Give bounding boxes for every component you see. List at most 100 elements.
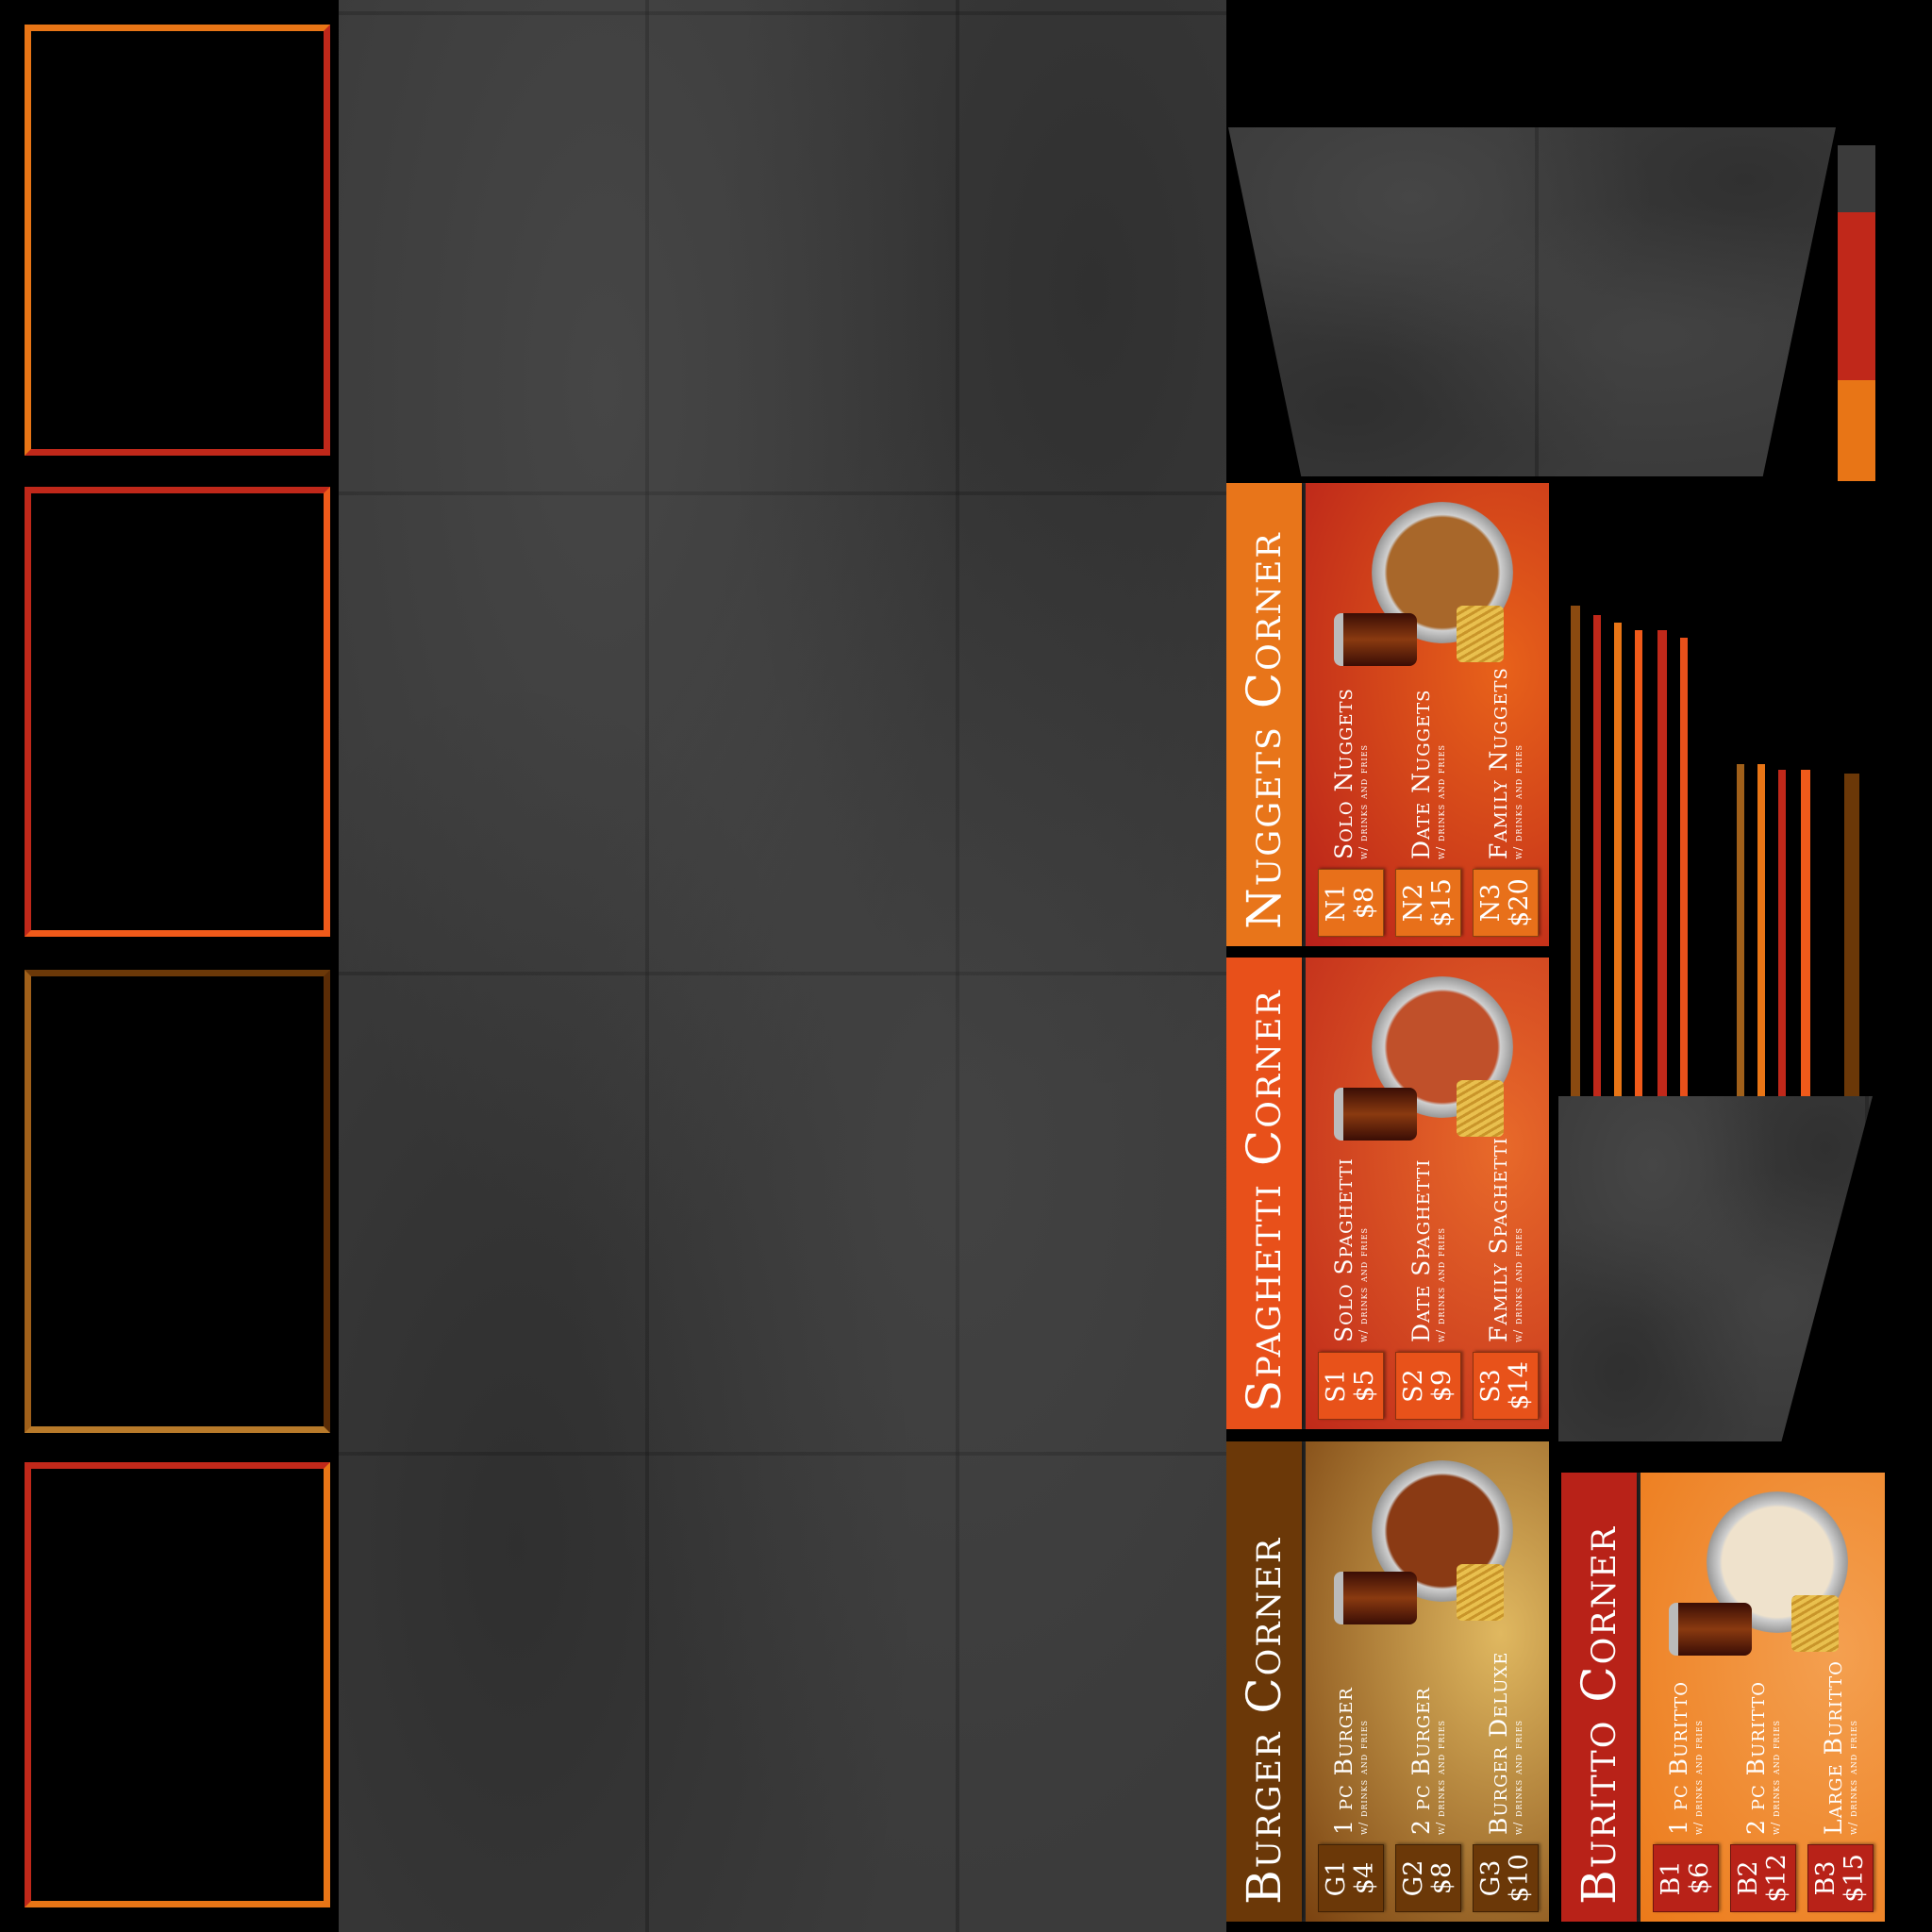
price-box: N2 $15 bbox=[1395, 869, 1461, 937]
item-code: N1 bbox=[1322, 883, 1351, 923]
item-name: Solo Spaghetti bbox=[1330, 1158, 1357, 1342]
item-price: $14 bbox=[1505, 1361, 1534, 1410]
item-subtitle: w/ drinks and fries bbox=[1691, 1719, 1705, 1835]
item-text: Burger Deluxe w/ drinks and fries bbox=[1485, 1651, 1524, 1835]
menu-item: N1 $8 Solo Nuggets w/ drinks and fries bbox=[1317, 688, 1385, 937]
price-box: S2 $9 bbox=[1395, 1352, 1461, 1420]
item-text: Solo Nuggets w/ drinks and fries bbox=[1330, 688, 1370, 859]
drink-jar-icon bbox=[1334, 1572, 1417, 1624]
screen-frame-2 bbox=[25, 487, 330, 937]
item-text: Solo Spaghetti w/ drinks and fries bbox=[1330, 1158, 1370, 1342]
item-subtitle: w/ drinks and fries bbox=[1357, 743, 1370, 859]
item-price: $5 bbox=[1350, 1369, 1379, 1403]
item-subtitle: w/ drinks and fries bbox=[1511, 1226, 1524, 1342]
drink-jar-icon bbox=[1334, 1088, 1417, 1141]
item-code: S1 bbox=[1322, 1369, 1351, 1403]
menu-panel-buritto: Buritto Corner B1 $6 1 pc Buritto w/ drinks … bbox=[1561, 1473, 1885, 1922]
item-text: Date Nuggets w/ drinks and fries bbox=[1407, 689, 1447, 859]
item-subtitle: w/ drinks and fries bbox=[1434, 1719, 1447, 1835]
fries-icon bbox=[1457, 1080, 1504, 1137]
panel-body: S1 $5 Solo Spaghetti w/ drinks and fries S2 $… bbox=[1306, 958, 1549, 1429]
concrete-wall-texture bbox=[339, 0, 1226, 1932]
menu-item: S2 $9 Date Spaghetti w/ drinks and fries bbox=[1394, 1159, 1462, 1420]
item-code: N3 bbox=[1476, 883, 1506, 923]
item-name: Family Spaghetti bbox=[1485, 1137, 1512, 1342]
panel-face: Buritto Corner B1 $6 1 pc Buritto w/ drinks … bbox=[1561, 1473, 1885, 1922]
price-box: G2 $8 bbox=[1395, 1844, 1461, 1912]
item-subtitle: w/ drinks and fries bbox=[1434, 743, 1447, 859]
menu-item: S3 $14 Family Spaghetti w/ drinks and fries bbox=[1472, 1137, 1540, 1420]
drink-jar-icon bbox=[1334, 613, 1417, 666]
item-code: G3 bbox=[1476, 1859, 1506, 1897]
price-box: N1 $8 bbox=[1318, 869, 1384, 937]
price-box: N3 $20 bbox=[1473, 869, 1539, 937]
price-box: B3 $15 bbox=[1807, 1844, 1874, 1912]
item-name: Date Spaghetti bbox=[1407, 1158, 1435, 1342]
item-price: $4 bbox=[1350, 1861, 1379, 1895]
item-name: Solo Nuggets bbox=[1330, 688, 1357, 859]
item-name: Burger Deluxe bbox=[1485, 1651, 1512, 1835]
screen-frame-1 bbox=[25, 25, 330, 456]
price-box: S1 $5 bbox=[1318, 1352, 1384, 1420]
menu-panel-burger: Burger Corner G1 $4 1 pc Burger w/ drinks an… bbox=[1226, 1441, 1549, 1922]
item-subtitle: w/ drinks and fries bbox=[1357, 1226, 1370, 1342]
item-name: 2 pc Burger bbox=[1407, 1687, 1435, 1835]
price-box: G1 $4 bbox=[1318, 1844, 1384, 1912]
item-price: $9 bbox=[1427, 1369, 1457, 1403]
panel-body: G1 $4 1 pc Burger w/ drinks and fries G2 $8 2 … bbox=[1306, 1441, 1549, 1922]
screen-frame-4 bbox=[25, 1462, 330, 1907]
buritto-icon bbox=[1650, 1482, 1876, 1661]
item-subtitle: w/ drinks and fries bbox=[1511, 743, 1524, 859]
item-name: Date Nuggets bbox=[1407, 689, 1435, 859]
item-code: N2 bbox=[1399, 883, 1428, 923]
item-subtitle: w/ drinks and fries bbox=[1511, 1719, 1524, 1835]
item-name: Large Buritto bbox=[1820, 1660, 1847, 1835]
item-text: 2 pc Burger w/ drinks and fries bbox=[1407, 1687, 1447, 1835]
item-text: Date Spaghetti w/ drinks and fries bbox=[1407, 1158, 1447, 1342]
item-subtitle: w/ drinks and fries bbox=[1769, 1719, 1782, 1835]
fries-icon bbox=[1457, 606, 1504, 662]
item-code: S3 bbox=[1476, 1369, 1506, 1403]
menu-item: B2 $12 2 pc Buritto w/ drinks and fries bbox=[1729, 1681, 1797, 1912]
item-text: Large Buritto w/ drinks and fries bbox=[1820, 1660, 1859, 1835]
concrete-lower-trapezoid bbox=[1558, 1096, 1873, 1441]
menu-panel-spaghetti: Spaghetti Corner S1 $5 Solo Spaghetti w/ dri… bbox=[1226, 958, 1549, 1429]
concrete-top-trapezoid bbox=[1228, 127, 1836, 476]
item-price: $10 bbox=[1505, 1854, 1534, 1903]
item-price: $6 bbox=[1685, 1861, 1714, 1895]
menu-item: B3 $15 Large Buritto w/ drinks and fries bbox=[1807, 1660, 1874, 1912]
price-box: S3 $14 bbox=[1473, 1352, 1539, 1420]
fries-icon bbox=[1791, 1595, 1839, 1652]
item-text: 1 pc Burger w/ drinks and fries bbox=[1330, 1687, 1370, 1835]
menu-item: G2 $8 2 pc Burger w/ drinks and fries bbox=[1394, 1687, 1462, 1912]
panel-body: B1 $6 1 pc Buritto w/ drinks and fries B2 $12… bbox=[1641, 1473, 1885, 1922]
menu-item: N2 $15 Date Nuggets w/ drinks and fries bbox=[1394, 690, 1462, 937]
item-code: B2 bbox=[1734, 1860, 1763, 1896]
item-code: B3 bbox=[1811, 1860, 1840, 1896]
item-name: 2 pc Buritto bbox=[1742, 1681, 1770, 1835]
item-price: $12 bbox=[1762, 1854, 1791, 1903]
item-text: Family Spaghetti w/ drinks and fries bbox=[1485, 1137, 1524, 1342]
item-code: B1 bbox=[1657, 1860, 1686, 1896]
fries-icon bbox=[1457, 1564, 1504, 1621]
item-price: $15 bbox=[1427, 878, 1457, 927]
menu-item: S1 $5 Solo Spaghetti w/ drinks and fries bbox=[1317, 1158, 1385, 1420]
item-price: $15 bbox=[1840, 1854, 1869, 1903]
drink-jar-icon bbox=[1669, 1603, 1752, 1656]
price-box: B2 $12 bbox=[1730, 1844, 1796, 1912]
panel-title: Burger Corner bbox=[1226, 1441, 1302, 1922]
panel-title: Buritto Corner bbox=[1561, 1473, 1637, 1922]
menu-item: G3 $10 Burger Deluxe w/ drinks and fries bbox=[1472, 1652, 1540, 1912]
item-name: 1 pc Buritto bbox=[1665, 1681, 1692, 1835]
item-code: G2 bbox=[1399, 1859, 1428, 1897]
item-subtitle: w/ drinks and fries bbox=[1846, 1719, 1859, 1835]
panel-face: Spaghetti Corner S1 $5 Solo Spaghetti w/ dri… bbox=[1226, 958, 1549, 1429]
price-box: B1 $6 bbox=[1653, 1844, 1719, 1912]
color-stripes bbox=[1565, 594, 1860, 1096]
item-price: $20 bbox=[1505, 878, 1534, 927]
panel-title: Nuggets Corner bbox=[1226, 483, 1302, 946]
burger-icon bbox=[1315, 1451, 1541, 1630]
screen-frame-3 bbox=[25, 970, 330, 1433]
nuggets-plate-icon bbox=[1315, 492, 1541, 672]
side-strip bbox=[1838, 145, 1875, 481]
